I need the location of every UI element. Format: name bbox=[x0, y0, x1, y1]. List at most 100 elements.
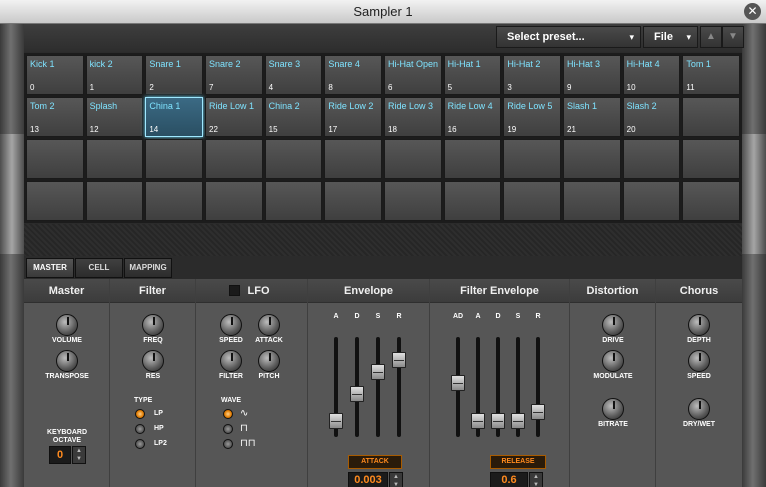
lfo-filter-knob[interactable] bbox=[220, 350, 242, 372]
empty-sample-cell[interactable] bbox=[85, 139, 144, 179]
slider-thumb[interactable] bbox=[350, 385, 364, 402]
increment-icon[interactable]: ▲ bbox=[390, 473, 402, 481]
sample-cell[interactable]: Hi-Hat 4 10 bbox=[622, 55, 681, 95]
close-icon[interactable]: ✕ bbox=[744, 3, 761, 20]
chorus-speed-knob[interactable] bbox=[688, 350, 710, 372]
tab-cell[interactable]: CELL bbox=[75, 258, 123, 278]
empty-sample-cell[interactable] bbox=[503, 139, 561, 179]
empty-sample-cell[interactable] bbox=[443, 139, 502, 179]
slider-thumb[interactable] bbox=[329, 412, 343, 429]
slider-thumb[interactable] bbox=[451, 374, 465, 391]
lfo-attack-knob[interactable] bbox=[258, 314, 280, 336]
envelope-attack-button[interactable]: ATTACK bbox=[348, 455, 402, 469]
slider-thumb[interactable] bbox=[392, 352, 406, 369]
empty-sample-cell[interactable] bbox=[264, 181, 323, 221]
bitrate-knob[interactable] bbox=[602, 398, 624, 420]
preset-dropdown[interactable]: Select preset... ▾ bbox=[496, 26, 641, 48]
sample-cell[interactable]: Hi-Hat Open 6 bbox=[384, 55, 442, 95]
sample-cell[interactable]: China 2 15 bbox=[264, 97, 323, 137]
empty-sample-cell[interactable] bbox=[622, 181, 681, 221]
sample-cell[interactable]: Hi-Hat 2 3 bbox=[503, 55, 561, 95]
sample-cell[interactable]: Ride Low 5 19 bbox=[503, 97, 561, 137]
file-menu[interactable]: File ▾ bbox=[643, 26, 698, 48]
lfo-speed-knob[interactable] bbox=[220, 314, 242, 336]
sample-cell[interactable]: Snare 1 2 bbox=[145, 55, 203, 95]
sample-cell[interactable]: Kick 1 0 bbox=[26, 55, 84, 95]
empty-sample-cell[interactable] bbox=[682, 97, 740, 137]
empty-sample-cell[interactable] bbox=[682, 181, 740, 221]
decrement-icon[interactable]: ▼ bbox=[390, 481, 402, 487]
sample-cell[interactable]: Snare 3 4 bbox=[264, 55, 323, 95]
empty-sample-cell[interactable] bbox=[264, 139, 323, 179]
depth-knob[interactable] bbox=[688, 314, 710, 336]
empty-sample-cell[interactable] bbox=[205, 139, 263, 179]
empty-sample-cell[interactable] bbox=[443, 181, 502, 221]
sample-cell[interactable]: Hi-Hat 3 9 bbox=[563, 55, 621, 95]
slider-track[interactable] bbox=[376, 337, 380, 437]
empty-sample-cell[interactable] bbox=[85, 181, 144, 221]
empty-sample-cell[interactable] bbox=[384, 181, 442, 221]
tab-master[interactable]: MASTER bbox=[26, 258, 74, 278]
octave-value[interactable]: 0 bbox=[49, 446, 71, 464]
octave-stepper[interactable]: ▲ ▼ bbox=[72, 446, 86, 464]
empty-sample-cell[interactable] bbox=[324, 181, 382, 221]
empty-sample-cell[interactable] bbox=[26, 139, 84, 179]
decrement-icon[interactable]: ▼ bbox=[530, 481, 542, 487]
sample-cell[interactable]: Snare 2 7 bbox=[205, 55, 263, 95]
sample-cell[interactable]: Ride Low 4 16 bbox=[443, 97, 502, 137]
move-down-button[interactable]: ▼ bbox=[722, 26, 744, 48]
volume-knob[interactable] bbox=[56, 314, 78, 336]
sample-cell[interactable]: Slash 2 20 bbox=[622, 97, 681, 137]
wave-pulse-radio[interactable] bbox=[223, 439, 233, 449]
filter-envelope-release-button[interactable]: RELEASE bbox=[490, 455, 546, 469]
sample-cell[interactable]: Ride Low 3 18 bbox=[384, 97, 442, 137]
empty-sample-cell[interactable] bbox=[324, 139, 382, 179]
sample-cell[interactable]: China 1 14 bbox=[145, 97, 203, 137]
decrement-icon[interactable]: ▼ bbox=[73, 455, 85, 463]
wave-square-radio[interactable] bbox=[223, 424, 233, 434]
empty-sample-cell[interactable] bbox=[563, 139, 621, 179]
increment-icon[interactable]: ▲ bbox=[530, 473, 542, 481]
empty-sample-cell[interactable] bbox=[563, 181, 621, 221]
slider-thumb[interactable] bbox=[511, 412, 525, 429]
empty-sample-cell[interactable] bbox=[622, 139, 681, 179]
increment-icon[interactable]: ▲ bbox=[73, 447, 85, 455]
sample-cell[interactable]: Tom 1 11 bbox=[682, 55, 740, 95]
transpose-knob[interactable] bbox=[56, 350, 78, 372]
envelope-value-stepper[interactable]: ▲ ▼ bbox=[389, 472, 403, 487]
empty-sample-cell[interactable] bbox=[503, 181, 561, 221]
sample-cell[interactable]: Splash 12 bbox=[85, 97, 144, 137]
slider-track[interactable] bbox=[536, 337, 540, 437]
filter-envelope-value-stepper[interactable]: ▲ ▼ bbox=[529, 472, 543, 487]
tab-mapping[interactable]: MAPPING bbox=[124, 258, 172, 278]
sample-cell[interactable]: Hi-Hat 1 5 bbox=[443, 55, 502, 95]
empty-sample-cell[interactable] bbox=[384, 139, 442, 179]
slider-thumb[interactable] bbox=[371, 363, 385, 380]
wave-sine-radio[interactable] bbox=[223, 409, 233, 419]
filter-type-hp-radio[interactable] bbox=[135, 424, 145, 434]
slider-thumb[interactable] bbox=[491, 412, 505, 429]
sample-cell[interactable]: Ride Low 2 17 bbox=[324, 97, 382, 137]
empty-sample-cell[interactable] bbox=[205, 181, 263, 221]
res-knob[interactable] bbox=[142, 350, 164, 372]
lfo-enable-checkbox[interactable] bbox=[229, 285, 240, 296]
drive-knob[interactable] bbox=[602, 314, 624, 336]
sample-cell[interactable]: kick 2 1 bbox=[85, 55, 144, 95]
filter-type-lp2-radio[interactable] bbox=[135, 439, 145, 449]
move-up-button[interactable]: ▲ bbox=[700, 26, 722, 48]
sample-cell[interactable]: Slash 1 21 bbox=[563, 97, 621, 137]
empty-sample-cell[interactable] bbox=[682, 139, 740, 179]
sample-cell[interactable]: Snare 4 8 bbox=[324, 55, 382, 95]
sample-cell[interactable]: Ride Low 1 22 bbox=[205, 97, 263, 137]
modulate-knob[interactable] bbox=[602, 350, 624, 372]
slider-thumb[interactable] bbox=[471, 412, 485, 429]
empty-sample-cell[interactable] bbox=[145, 181, 203, 221]
sample-cell[interactable]: Tom 2 13 bbox=[26, 97, 84, 137]
filter-type-lp-radio[interactable] bbox=[135, 409, 145, 419]
freq-knob[interactable] bbox=[142, 314, 164, 336]
lfo-pitch-knob[interactable] bbox=[258, 350, 280, 372]
empty-sample-cell[interactable] bbox=[145, 139, 203, 179]
empty-sample-cell[interactable] bbox=[26, 181, 84, 221]
filter-envelope-value[interactable]: 0.6 bbox=[490, 472, 528, 487]
envelope-value[interactable]: 0.003 bbox=[348, 472, 388, 487]
